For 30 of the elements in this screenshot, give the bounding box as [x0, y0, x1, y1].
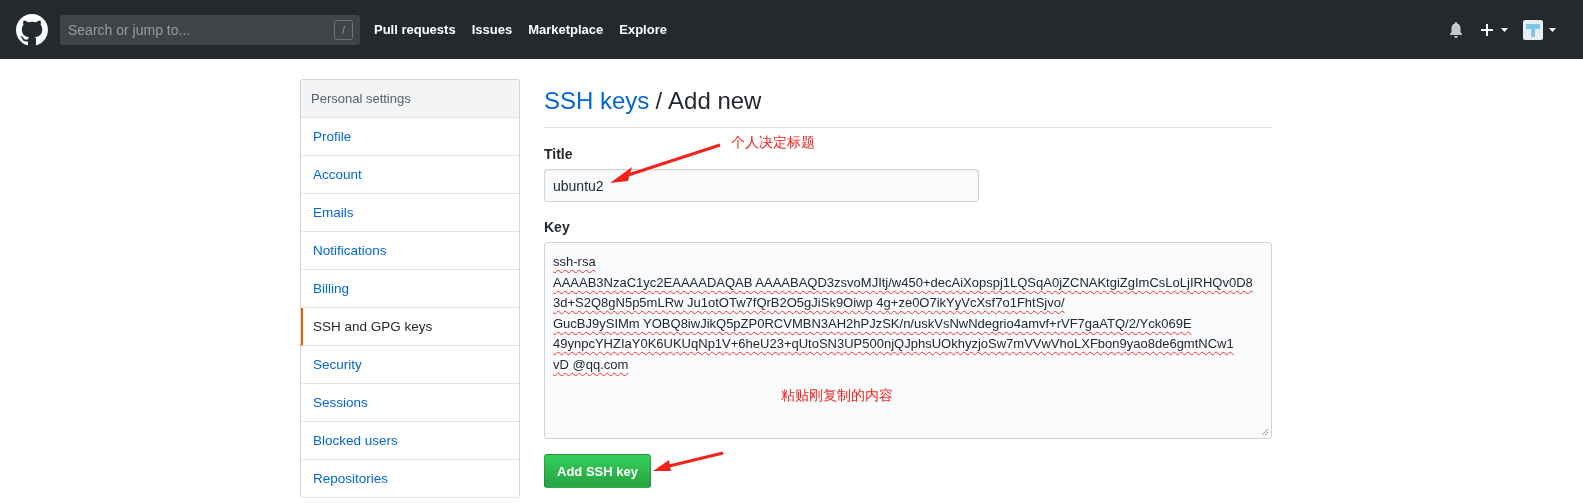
key-label: Key [544, 219, 571, 235]
arrow [653, 451, 725, 473]
nav-link[interactable]: Issues [471, 22, 513, 37]
menu-item[interactable]: Profile [301, 118, 519, 156]
annotation-text: 个人决定标题 [731, 134, 815, 152]
page-title: Add new [668, 87, 762, 114]
menu-item[interactable]: Blocked users [301, 422, 519, 460]
menu-item[interactable]: Emails [301, 194, 519, 232]
menu-item[interactable]: Notifications [301, 232, 519, 270]
annotation-text: 粘贴刚复制的内容 [781, 387, 893, 405]
menu-item[interactable]: Security [301, 346, 519, 384]
breadcrumb-separator: / [655, 87, 663, 114]
avatar-caret-icon[interactable] [1523, 19, 1557, 40]
nav-link[interactable]: Explore [619, 22, 667, 37]
title-label: Title [544, 146, 574, 162]
menu-item[interactable]: Account [301, 156, 519, 194]
notifications-icon[interactable] [1449, 21, 1463, 38]
menu-heading: Personal settings [301, 80, 519, 118]
title-field[interactable]: ubuntu2 [544, 169, 979, 202]
menu-item[interactable]: Sessions [301, 384, 519, 422]
plus-caret-icon[interactable] [1481, 21, 1509, 38]
menu-item[interactable]: Billing [301, 270, 519, 308]
octocat-logo-icon[interactable] [16, 13, 48, 46]
menu-item[interactable]: SSH and GPG keys [301, 308, 519, 346]
nav-link[interactable]: Marketplace [528, 22, 604, 37]
shortcut-key: / [334, 19, 353, 40]
ssh-keys-link[interactable]: SSH keys [544, 87, 650, 114]
nav-link[interactable]: Pull requests [374, 22, 456, 37]
resize-grip-icon[interactable] [1261, 428, 1269, 436]
menu-item[interactable]: Repositories [301, 460, 519, 498]
